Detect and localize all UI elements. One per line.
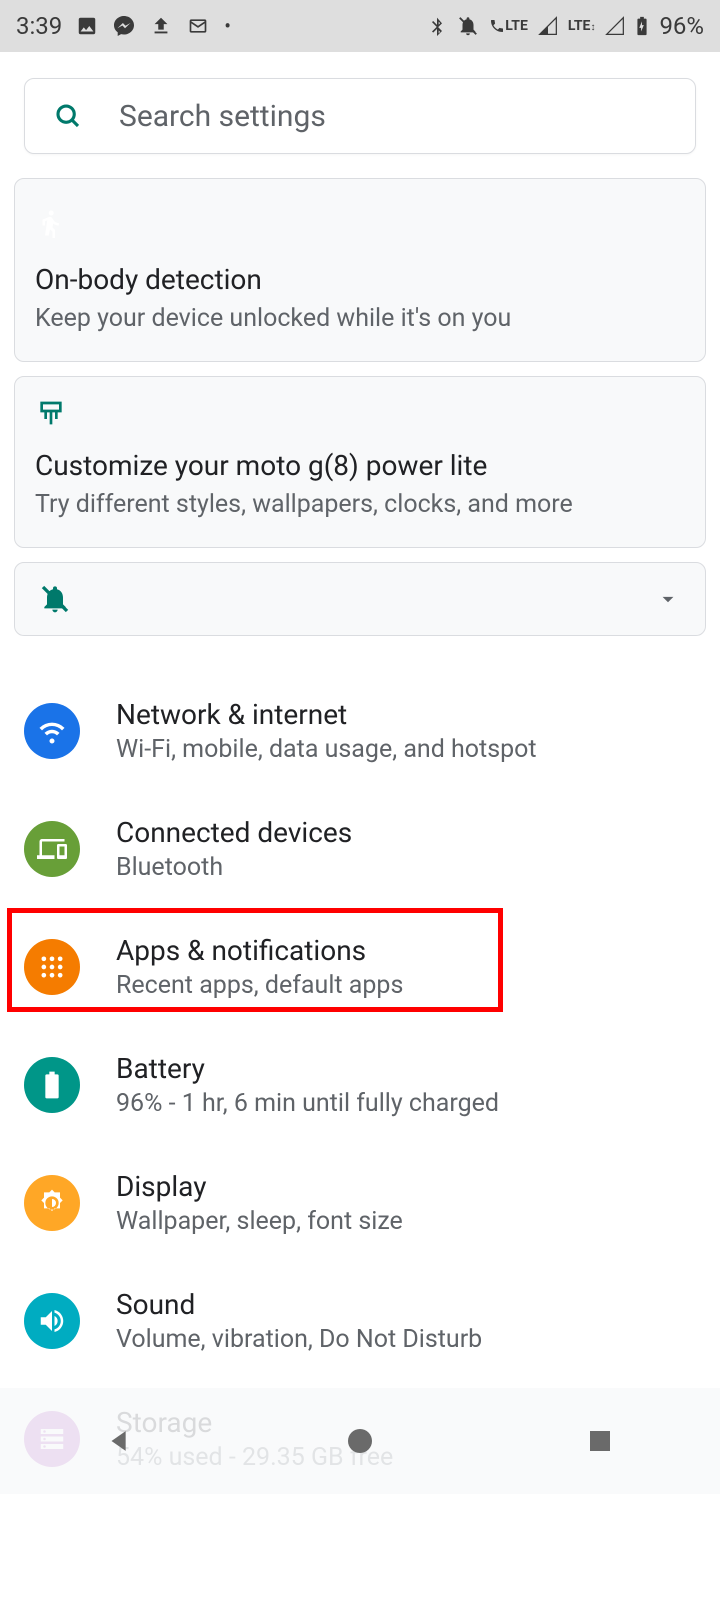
brightness-icon (24, 1175, 80, 1231)
lte-label: LTE↕ (568, 18, 596, 34)
card-subtitle: Keep your device unlocked while it's on … (35, 304, 685, 333)
wifi-icon (24, 703, 80, 759)
item-subtitle: Recent apps, default apps (116, 971, 403, 1000)
item-title: Network & internet (116, 698, 537, 731)
signal1-icon (538, 16, 558, 36)
card-subtitle: Try different styles, wallpapers, clocks… (35, 490, 685, 519)
status-time: 3:39 (16, 12, 62, 40)
item-subtitle: Bluetooth (116, 853, 352, 882)
bluetooth-icon (427, 14, 447, 38)
dot-icon: • (224, 14, 231, 38)
card-title: Customize your moto g(8) power lite (35, 449, 685, 482)
card-title: On-body detection (35, 263, 685, 296)
item-battery[interactable]: Battery 96% - 1 hr, 6 min until fully ch… (0, 1026, 720, 1144)
nav-home-button[interactable] (340, 1421, 380, 1461)
item-subtitle: Volume, vibration, Do Not Disturb (116, 1325, 482, 1354)
navigation-bar (0, 1388, 720, 1494)
gmail-icon (186, 16, 210, 36)
item-apps-notifications[interactable]: Apps & notifications Recent apps, defaul… (0, 908, 720, 1026)
dnd-icon (457, 15, 479, 37)
devices-icon (24, 821, 80, 877)
search-settings[interactable]: Search settings (24, 78, 696, 154)
walk-icon (35, 201, 685, 245)
volume-icon (24, 1293, 80, 1349)
item-title: Battery (116, 1052, 499, 1085)
item-title: Sound (116, 1288, 482, 1321)
nav-recents-button[interactable] (580, 1421, 620, 1461)
nav-back-button[interactable] (100, 1421, 140, 1461)
item-sound[interactable]: Sound Volume, vibration, Do Not Disturb (0, 1262, 720, 1380)
item-subtitle: 96% - 1 hr, 6 min until fully charged (116, 1089, 499, 1118)
card-dnd-collapsed[interactable] (14, 562, 706, 636)
item-display[interactable]: Display Wallpaper, sleep, font size (0, 1144, 720, 1262)
status-bar: 3:39 • LTE LTE↕ (0, 0, 720, 52)
item-subtitle: Wallpaper, sleep, font size (116, 1207, 403, 1236)
chevron-down-icon (655, 586, 681, 612)
search-placeholder: Search settings (119, 99, 326, 134)
battery-icon (24, 1057, 80, 1113)
item-network-internet[interactable]: Network & internet Wi-Fi, mobile, data u… (0, 672, 720, 790)
settings-screen: Search settings On-body detection Keep y… (0, 52, 720, 1494)
messenger-icon (112, 14, 136, 38)
upload-icon (150, 15, 172, 37)
item-subtitle: Wi-Fi, mobile, data usage, and hotspot (116, 735, 537, 764)
item-title: Apps & notifications (116, 934, 403, 967)
bell-off-icon (39, 583, 71, 615)
apps-icon (24, 939, 80, 995)
item-connected-devices[interactable]: Connected devices Bluetooth (0, 790, 720, 908)
battery-icon (635, 15, 649, 37)
card-smart-lock[interactable]: On-body detection Keep your device unloc… (14, 178, 706, 362)
signal2-icon (605, 16, 625, 36)
volte-icon: LTE (489, 18, 528, 34)
item-title: Connected devices (116, 816, 352, 849)
image-icon (76, 15, 98, 37)
settings-list: Network & internet Wi-Fi, mobile, data u… (0, 672, 720, 1494)
battery-percent: 96% (659, 12, 704, 40)
item-title: Display (116, 1170, 403, 1203)
paint-icon (35, 399, 685, 431)
card-customize[interactable]: Customize your moto g(8) power lite Try … (14, 376, 706, 548)
search-icon (53, 101, 83, 131)
